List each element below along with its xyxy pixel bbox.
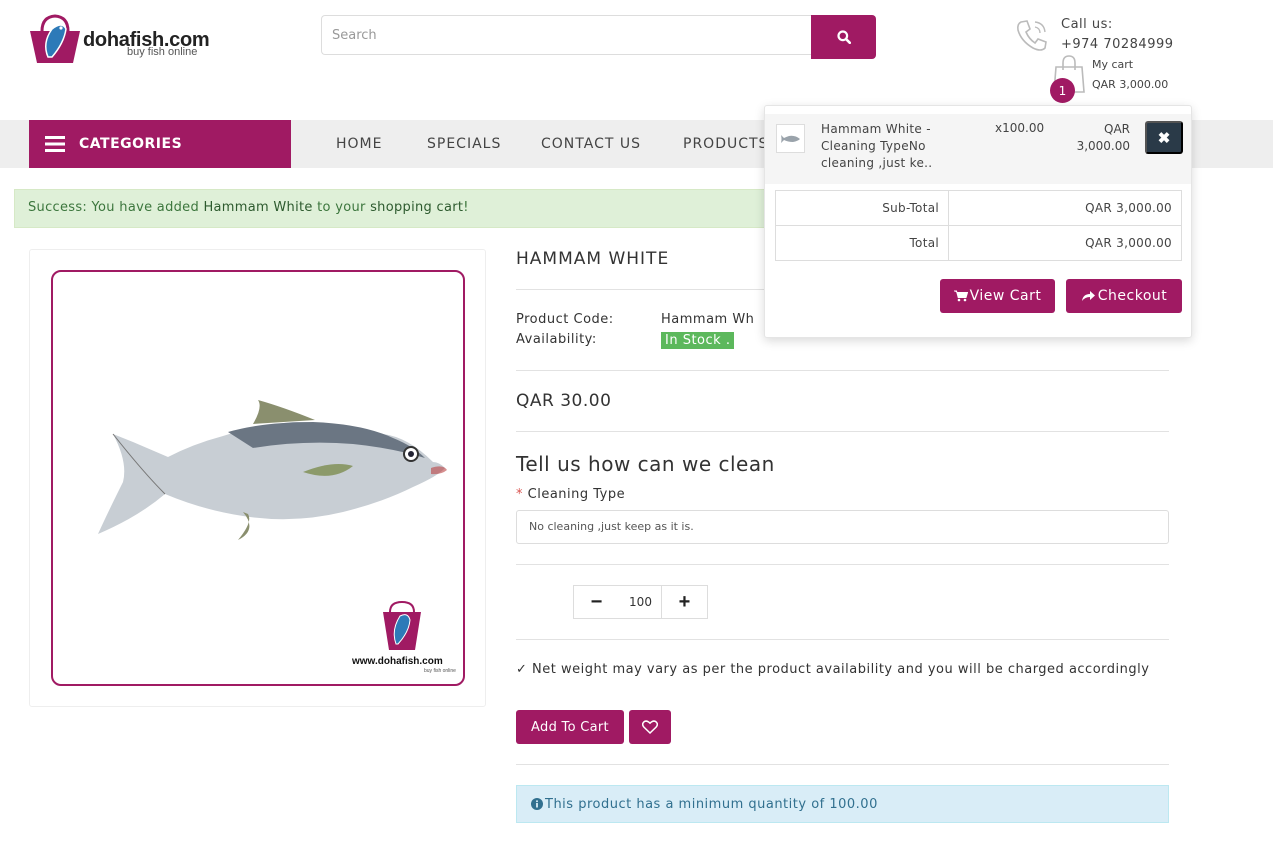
fish-image: www.dohafish.com buy fish online	[98, 400, 456, 674]
cart-label[interactable]: My cart	[1092, 58, 1133, 71]
cart-item-thumbnail[interactable]	[776, 124, 805, 153]
alert-cart-link[interactable]: shopping cart	[370, 200, 463, 215]
image-brand: www.dohafish.com	[351, 656, 443, 667]
cart-count-badge: 1	[1050, 78, 1075, 103]
site-logo[interactable]: dohafish.com buy fish online	[28, 13, 228, 65]
qty-increase-button[interactable]: +	[661, 585, 708, 619]
wishlist-button[interactable]	[629, 710, 671, 744]
product-price: QAR 30.00	[516, 391, 612, 411]
alert-middle: to your	[312, 200, 371, 215]
search-icon	[836, 30, 851, 44]
success-alert: Success: You have added Hammam White to …	[14, 189, 774, 228]
search-button[interactable]	[811, 15, 876, 59]
cart-item-row: Hammam White - Cleaning TypeNo cleaning …	[765, 114, 1191, 184]
alert-product-link[interactable]: Hammam White	[203, 200, 312, 215]
cart-item-qty: x100.00	[995, 121, 1045, 135]
option-heading: Tell us how can we clean	[516, 452, 775, 476]
subtotal-value: QAR 3,000.00	[948, 190, 1182, 226]
required-marker: *	[516, 487, 523, 502]
nav-home[interactable]: HOME	[336, 136, 382, 152]
categories-label: CATEGORIES	[79, 136, 183, 152]
product-code-label: Product Code:	[516, 312, 614, 327]
cart-totals-table: Sub-Total QAR 3,000.00 Total QAR 3,000.0…	[775, 190, 1182, 261]
total-label: Total	[775, 225, 949, 261]
share-icon	[1081, 291, 1095, 301]
cart-item-price: QAR 3,000.00	[1076, 122, 1130, 153]
divider	[516, 370, 1169, 371]
subtotal-label: Sub-Total	[775, 190, 949, 226]
cleaning-type-label: * Cleaning Type	[516, 487, 625, 502]
info-icon	[531, 798, 543, 810]
product-code-value: Hammam Wh	[661, 312, 755, 327]
cleaning-type-text: Cleaning Type	[527, 487, 626, 502]
alert-prefix: Success: You have added	[28, 200, 204, 215]
nav-products[interactable]: PRODUCTS	[683, 136, 768, 152]
divider	[516, 639, 1169, 640]
add-to-cart-button[interactable]: Add To Cart	[516, 710, 624, 744]
weight-note: ✓ Net weight may vary as per the product…	[516, 662, 1150, 677]
alert-suffix: !	[463, 200, 469, 215]
fish-thumbnail-icon	[780, 134, 800, 143]
call-number[interactable]: +974 70284999	[1061, 37, 1174, 52]
cart-icon	[953, 290, 968, 302]
nav-contact-us[interactable]: CONTACT US	[541, 136, 641, 152]
product-image[interactable]: www.dohafish.com buy fish online	[51, 270, 465, 686]
product-title: HAMMAM WHITE	[516, 249, 670, 269]
call-label: Call us:	[1061, 17, 1113, 32]
checkout-label: Checkout	[1097, 288, 1168, 304]
cart-total[interactable]: QAR 3,000.00	[1092, 78, 1168, 91]
nav-specials[interactable]: SPECIALS	[427, 136, 501, 152]
availability-label: Availability:	[516, 332, 597, 347]
view-cart-label: View Cart	[969, 288, 1042, 304]
image-tagline: buy fish online	[424, 668, 456, 674]
qty-decrease-button[interactable]: −	[573, 585, 620, 619]
cart-item-name[interactable]: Hammam White - Cleaning TypeNo cleaning …	[821, 121, 951, 172]
stock-badge: In Stock .	[661, 332, 735, 349]
cart-dropdown: Hammam White - Cleaning TypeNo cleaning …	[764, 105, 1192, 338]
phone-icon	[1017, 20, 1047, 51]
total-row: Total QAR 3,000.00	[775, 225, 1182, 261]
hamburger-icon	[45, 136, 65, 152]
view-cart-button[interactable]: View Cart	[940, 279, 1055, 313]
divider	[516, 431, 1169, 432]
fish-basket-logo-icon	[30, 14, 80, 63]
close-icon: ✖	[1157, 129, 1171, 147]
min-qty-alert: This product has a minimum quantity of 1…	[516, 785, 1169, 823]
subtotal-row: Sub-Total QAR 3,000.00	[775, 190, 1182, 226]
brand-tagline: buy fish online	[127, 46, 198, 58]
divider	[516, 564, 1169, 565]
checkout-button[interactable]: Checkout	[1066, 279, 1182, 313]
quantity-input[interactable]	[619, 585, 662, 619]
categories-button[interactable]: CATEGORIES	[29, 120, 291, 168]
heart-icon	[642, 720, 658, 734]
search-input[interactable]	[321, 15, 812, 55]
min-qty-text: This product has a minimum quantity of 1…	[545, 796, 878, 812]
cleaning-type-field[interactable]: No cleaning ,just keep as it is.	[516, 510, 1169, 544]
divider	[516, 764, 1169, 765]
total-value: QAR 3,000.00	[948, 225, 1182, 261]
remove-item-button[interactable]: ✖	[1145, 121, 1183, 154]
